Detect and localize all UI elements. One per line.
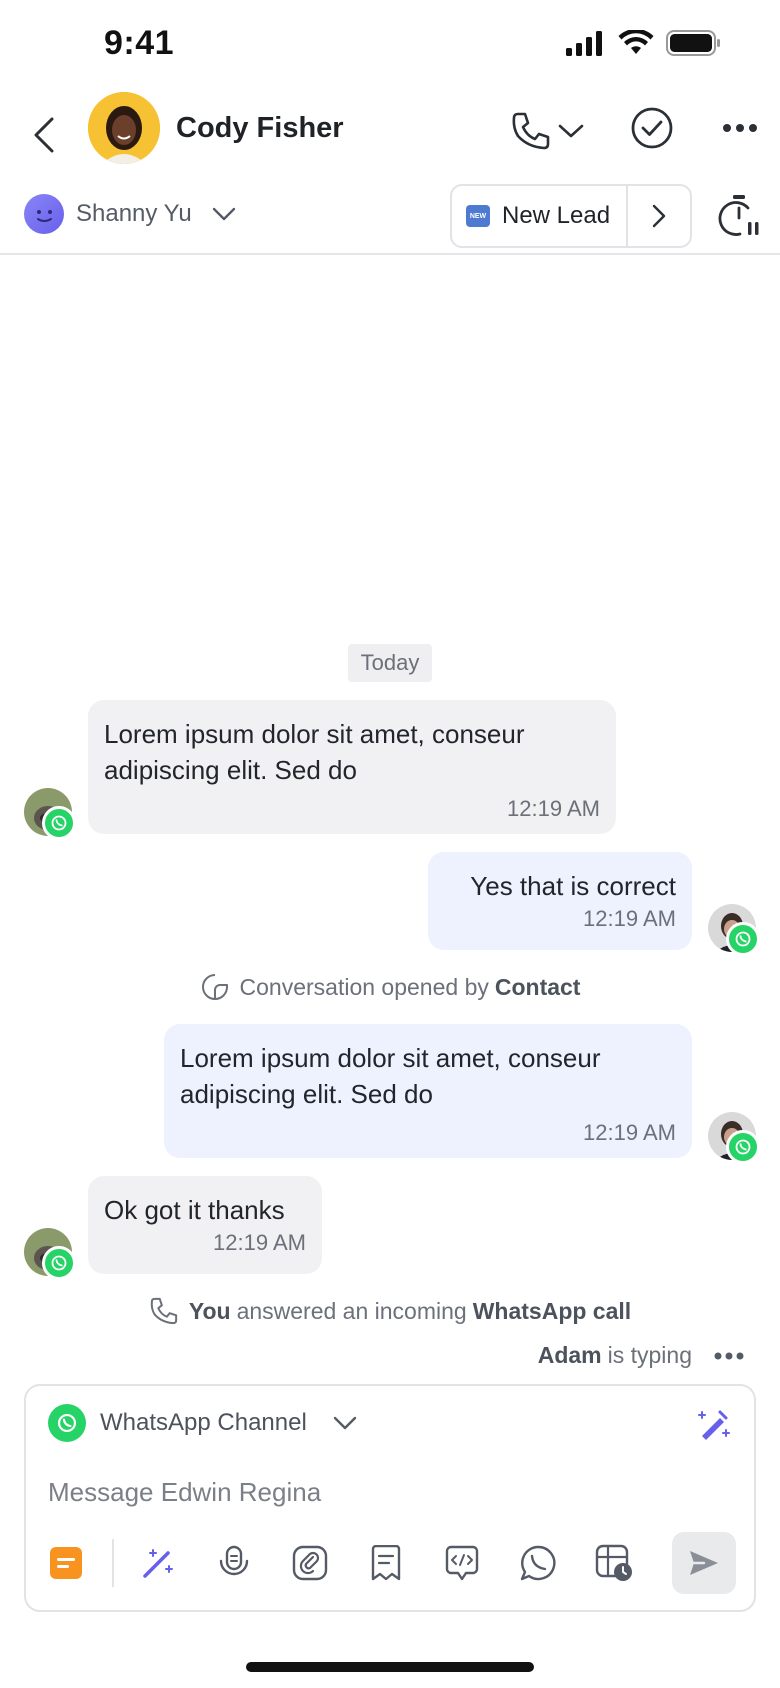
system-text: answered an incoming <box>236 1297 467 1324</box>
code-snippet-button[interactable] <box>442 1543 482 1583</box>
message-text: Ok got it thanks <box>104 1195 285 1225</box>
whatsapp-badge-icon <box>726 922 760 956</box>
message-composer: WhatsApp Channel <box>24 1384 756 1612</box>
timer-pause-icon <box>718 195 759 236</box>
status-bar: 9:41 <box>0 0 780 90</box>
date-separator: Today <box>348 644 432 682</box>
whatsapp-badge-icon <box>726 1130 760 1164</box>
battery-icon <box>666 30 720 56</box>
status-time: 9:41 <box>104 24 175 62</box>
chevron-down-icon <box>212 207 235 221</box>
chevron-down-icon <box>558 124 584 138</box>
more-horizontal-icon <box>723 124 757 132</box>
lead-stage-selector[interactable]: NEW New Lead <box>452 186 628 246</box>
note-button[interactable] <box>46 1543 86 1583</box>
receipt-icon <box>371 1545 401 1581</box>
contact-avatar[interactable] <box>88 92 160 164</box>
ai-compose-button[interactable] <box>138 1543 178 1583</box>
resolve-button[interactable] <box>630 106 674 150</box>
typing-text: is typing <box>607 1342 692 1368</box>
schedule-grid-icon <box>595 1544 632 1581</box>
conversation-opened-icon <box>201 974 228 1000</box>
assignee-avatar <box>24 194 64 234</box>
contact-name[interactable]: Cody Fisher <box>176 112 344 145</box>
send-icon <box>690 1551 718 1575</box>
call-button[interactable] <box>510 106 590 156</box>
incoming-message[interactable]: Lorem ipsum dolor sit amet, conseur adip… <box>88 700 616 834</box>
message-time: 12:19 AM <box>507 796 600 821</box>
whatsapp-badge-icon <box>42 1246 76 1280</box>
composer-toolbar <box>46 1532 736 1594</box>
magic-pen-icon <box>698 1410 730 1440</box>
attach-button[interactable] <box>290 1543 330 1583</box>
phone-icon <box>512 112 550 150</box>
status-icons <box>566 30 722 56</box>
system-event-opened: Conversation opened by Contact <box>0 972 780 1002</box>
new-badge-icon: NEW <box>466 205 490 227</box>
system-channel: WhatsApp call <box>472 1297 632 1324</box>
message-text: Lorem ipsum dolor sit amet, conseur adip… <box>104 719 525 785</box>
phone-icon <box>150 1297 177 1325</box>
back-button[interactable] <box>24 110 64 160</box>
system-event-call: You answered an incoming WhatsApp call <box>0 1296 780 1326</box>
typing-dots-icon <box>714 1352 744 1359</box>
check-circle-icon <box>631 107 673 149</box>
system-actor: You <box>188 1297 231 1324</box>
outgoing-message[interactable]: Yes that is correct 12:19 AM <box>428 852 692 950</box>
message-time: 12:19 AM <box>583 906 676 931</box>
person-photo-icon <box>88 92 160 164</box>
code-message-icon <box>445 1545 479 1581</box>
message-input[interactable] <box>48 1470 728 1514</box>
conversation-subheader: Shanny Yu NEW New Lead <box>0 180 780 255</box>
scheduled-message-button[interactable] <box>594 1543 634 1583</box>
chevron-down-icon <box>333 1416 356 1430</box>
system-actor: Contact <box>494 973 581 1000</box>
attachment-icon <box>292 1545 328 1581</box>
whatsapp-outline-icon <box>520 1545 556 1581</box>
smiley-icon <box>37 210 52 222</box>
typing-indicator: Adam is typing <box>538 1342 744 1369</box>
home-indicator <box>246 1662 534 1672</box>
typing-user: Adam <box>537 1342 602 1368</box>
assignee-name: Shanny Yu <box>76 200 192 227</box>
more-options-button[interactable] <box>720 116 760 140</box>
template-button[interactable] <box>366 1543 406 1583</box>
next-stage-button[interactable] <box>628 186 690 246</box>
whatsapp-icon <box>48 1404 86 1442</box>
system-text: Conversation opened by <box>239 973 489 1000</box>
chevron-left-icon <box>34 117 54 153</box>
stage-label: New Lead <box>502 202 611 229</box>
microphone-icon <box>219 1545 249 1576</box>
message-time: 12:19 AM <box>213 1230 306 1255</box>
wifi-icon <box>618 30 654 54</box>
chevron-right-icon <box>652 204 666 228</box>
cellular-signal-icon <box>566 31 602 56</box>
lead-stage-control: NEW New Lead <box>450 184 692 248</box>
outgoing-message[interactable]: Lorem ipsum dolor sit amet, conseur adip… <box>164 1024 692 1158</box>
assignee-selector[interactable]: Shanny Yu <box>24 194 236 234</box>
incoming-message[interactable]: Ok got it thanks 12:19 AM <box>88 1176 322 1274</box>
chat-header: Cody Fisher <box>0 90 780 185</box>
audio-message-button[interactable] <box>214 1543 254 1583</box>
magic-wand-icon <box>143 1549 173 1578</box>
whatsapp-badge-icon <box>42 806 76 840</box>
snooze-timer-button[interactable] <box>718 194 762 238</box>
toolbar-divider <box>112 1539 114 1587</box>
send-button[interactable] <box>672 1532 736 1594</box>
whatsapp-template-button[interactable] <box>518 1543 558 1583</box>
message-text: Yes that is correct <box>470 871 676 901</box>
channel-label: WhatsApp Channel <box>100 1409 307 1436</box>
message-text: Lorem ipsum dolor sit amet, conseur adip… <box>180 1043 601 1109</box>
note-icon <box>50 1547 82 1579</box>
message-time: 12:19 AM <box>583 1120 676 1145</box>
ai-assist-button[interactable] <box>696 1406 732 1442</box>
channel-selector[interactable]: WhatsApp Channel <box>48 1404 357 1442</box>
